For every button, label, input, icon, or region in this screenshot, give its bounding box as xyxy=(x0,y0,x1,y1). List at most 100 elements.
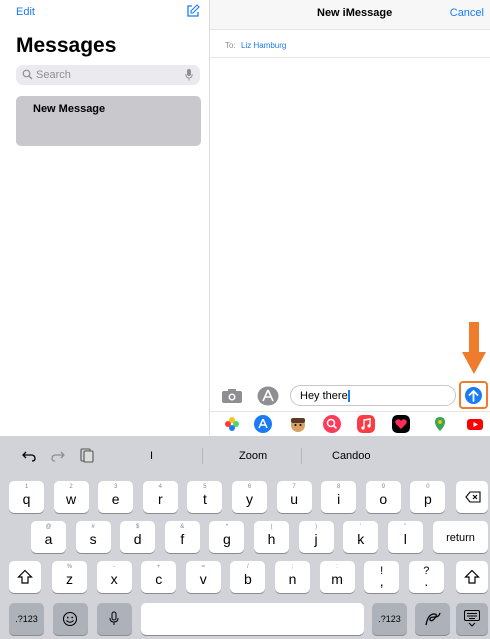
microphone-icon[interactable] xyxy=(185,69,193,81)
key-label: f xyxy=(180,531,185,547)
key-s[interactable]: # s xyxy=(75,521,111,553)
memoji-app-icon[interactable] xyxy=(289,415,307,433)
handwriting-key[interactable] xyxy=(415,603,450,635)
conversation-pane xyxy=(210,0,490,435)
suggestion-divider xyxy=(301,448,302,464)
key-x[interactable]: -x xyxy=(96,561,132,593)
handwriting-icon xyxy=(425,612,441,626)
shift-key-right[interactable] xyxy=(456,561,488,593)
return-key[interactable]: return xyxy=(433,521,488,553)
key-r[interactable]: 4r xyxy=(142,481,178,513)
key-z[interactable]: % z xyxy=(52,561,87,593)
key-label: t xyxy=(202,491,207,507)
key-n[interactable]: ; n xyxy=(275,561,310,593)
numbers-key-label: .?123 xyxy=(15,614,38,624)
key-label: m xyxy=(331,571,343,587)
key-label: y xyxy=(246,491,253,507)
recipient-token[interactable]: Liz Hamburg xyxy=(241,41,286,50)
key-label: z xyxy=(66,571,73,587)
digital-touch-app-icon[interactable] xyxy=(392,415,410,433)
numbers-key-right[interactable]: .?123 xyxy=(372,603,407,635)
message-input[interactable]: Hey there! xyxy=(290,385,456,406)
delete-icon xyxy=(465,491,481,503)
space-bar[interactable] xyxy=(141,603,364,635)
shift-icon xyxy=(17,569,33,584)
send-button[interactable] xyxy=(465,387,482,404)
suggestion-3[interactable]: Candoo xyxy=(332,450,371,462)
search-input[interactable]: Search xyxy=(16,65,200,85)
key-k[interactable]: ' k xyxy=(343,521,379,553)
microphone-icon xyxy=(109,611,119,625)
shift-key-left[interactable] xyxy=(9,561,41,593)
key-label: w xyxy=(66,491,77,507)
key-,[interactable]: !, xyxy=(364,561,400,593)
dictation-key[interactable] xyxy=(97,603,132,635)
cancel-button[interactable]: Cancel xyxy=(450,7,484,19)
page-title: Messages xyxy=(16,34,117,57)
message-text: Hey there! xyxy=(300,390,351,402)
key-alt-label: ; xyxy=(291,564,294,570)
key-alt-label: " xyxy=(404,524,407,530)
key-label: . xyxy=(424,573,429,589)
delete-key[interactable] xyxy=(456,481,488,513)
suggestion-2[interactable]: Zoom xyxy=(239,450,267,462)
hide-keyboard-key[interactable] xyxy=(456,603,488,635)
key-alt-label: = xyxy=(201,564,206,570)
recipient-field[interactable]: To: Liz Hamburg xyxy=(210,30,490,58)
youtube-app-icon[interactable] xyxy=(466,415,484,433)
key-f[interactable]: & f xyxy=(164,521,200,553)
key-alt-label: # xyxy=(91,524,95,530)
key-alt-label: 6 xyxy=(247,484,252,490)
conversation-item-new-message[interactable]: New Message xyxy=(16,96,201,146)
key-i[interactable]: 8i xyxy=(321,481,357,513)
key-q[interactable]: 1q xyxy=(9,481,44,513)
key-label: s xyxy=(89,531,97,547)
keyboard-dismiss-icon xyxy=(464,610,480,627)
key-label: k xyxy=(357,531,365,547)
text-cursor xyxy=(348,390,350,402)
app-store-app-icon[interactable] xyxy=(254,415,272,433)
compose-icon[interactable] xyxy=(186,4,200,18)
key-l[interactable]: " l xyxy=(387,521,423,553)
key-o[interactable]: 9o xyxy=(365,481,401,513)
key-label: h xyxy=(267,531,276,547)
key-y[interactable]: 6y xyxy=(232,481,267,513)
suggestion-1[interactable]: I xyxy=(150,450,153,462)
key-h[interactable]: (h xyxy=(254,521,289,553)
key-label: e xyxy=(111,491,120,507)
key-.[interactable]: ?. xyxy=(408,561,444,593)
key-alt-label: ' xyxy=(360,524,362,530)
key-alt-label: & xyxy=(180,524,185,530)
key-alt-label: 4 xyxy=(158,484,162,490)
key-m[interactable]: :m xyxy=(319,561,355,593)
key-label: b xyxy=(243,571,252,587)
key-t[interactable]: 5t xyxy=(187,481,223,513)
key-u[interactable]: 7u xyxy=(276,481,312,513)
key-d[interactable]: $ d xyxy=(120,521,156,553)
key-g[interactable]: * g xyxy=(209,521,245,553)
key-c[interactable]: + c xyxy=(141,561,177,593)
key-j[interactable]: ) j xyxy=(298,521,334,553)
key-alt-label: 5 xyxy=(203,484,207,490)
key-e[interactable]: 3e xyxy=(98,481,134,513)
image-search-app-icon[interactable] xyxy=(323,415,341,433)
suggestion-divider xyxy=(202,448,203,464)
key-b[interactable]: / b xyxy=(230,561,266,593)
key-alt-label: 7 xyxy=(292,484,296,490)
app-store-icon[interactable] xyxy=(257,386,279,406)
key-p[interactable]: 0p xyxy=(410,481,446,513)
key-label: q xyxy=(22,491,31,507)
key-w[interactable]: 2w xyxy=(53,481,89,513)
photos-app-icon[interactable] xyxy=(223,415,241,433)
emoji-key[interactable] xyxy=(53,603,88,635)
camera-icon[interactable] xyxy=(221,388,243,404)
key-label: n xyxy=(288,571,297,587)
key-alt-label: * xyxy=(225,524,229,530)
edit-button[interactable]: Edit xyxy=(16,6,35,18)
key-a[interactable]: @ a xyxy=(31,521,66,553)
music-app-icon[interactable] xyxy=(357,415,375,433)
numbers-key-left[interactable]: .?123 xyxy=(9,603,44,635)
to-label: To: xyxy=(225,41,236,50)
maps-app-icon[interactable] xyxy=(431,415,449,433)
key-v[interactable]: = v xyxy=(185,561,221,593)
